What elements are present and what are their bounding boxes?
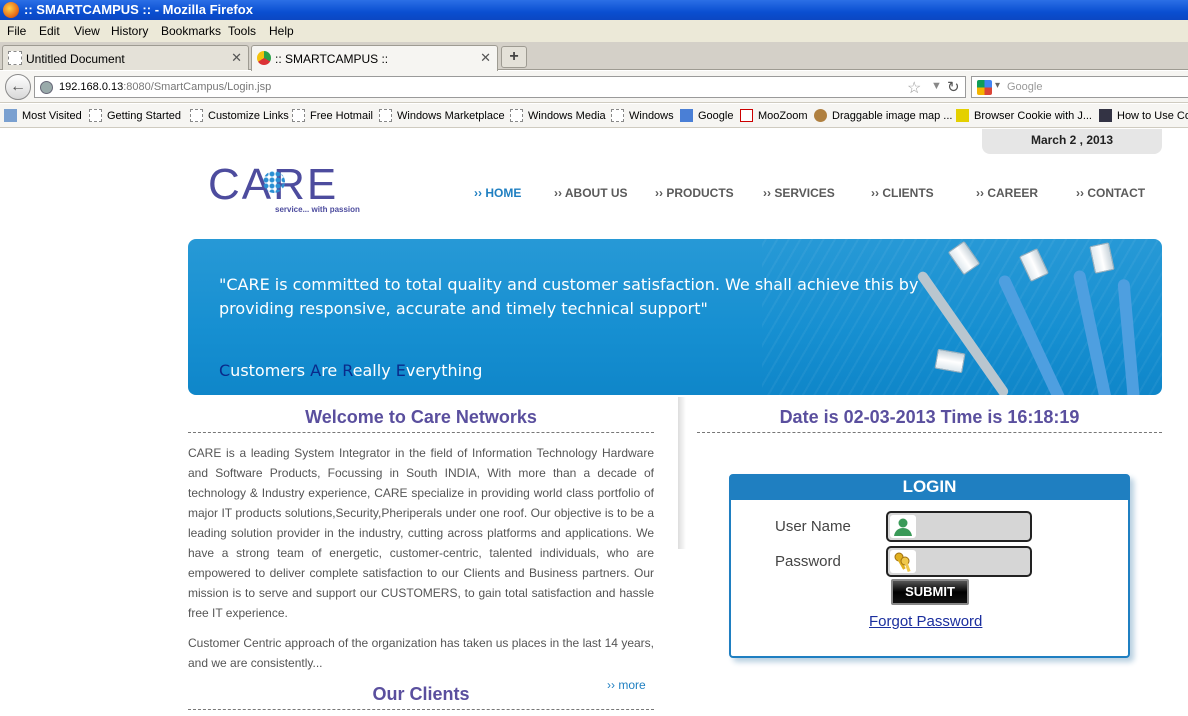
google-icon[interactable] (977, 80, 992, 95)
address-bar[interactable]: 192.168.0.13:8080/SmartCampus/Login.jsp … (34, 76, 966, 98)
logo-tagline: service... with passion (275, 205, 360, 214)
password-input[interactable] (918, 550, 1028, 573)
page-icon (89, 109, 102, 122)
nav-contact[interactable]: ›› CONTACT (1076, 186, 1145, 200)
close-tab-icon[interactable]: ✕ (480, 50, 491, 66)
tab-label: Untitled Document (26, 52, 125, 66)
menu-history[interactable]: History (111, 24, 148, 38)
datetime-heading: Date is 02-03-2013 Time is 16:18:19 (697, 407, 1162, 433)
bookmark-google[interactable]: Google (680, 109, 733, 122)
bookmarks-toolbar: Most Visited Getting Started Customize L… (0, 104, 1188, 128)
keys-icon (890, 550, 916, 573)
search-box[interactable]: ▾ Google (971, 76, 1188, 98)
google-bookmark-icon (680, 109, 693, 122)
back-button[interactable]: ← (5, 74, 31, 100)
search-engine-dropdown-icon[interactable]: ▾ (995, 80, 1000, 91)
reload-icon[interactable]: ↻ (947, 78, 960, 96)
page-icon (292, 109, 305, 122)
bookmark-moozoom[interactable]: MooZoom (740, 109, 808, 122)
web-page: March 2 , 2013 CARE service... with pass… (0, 129, 1188, 716)
close-tab-icon[interactable]: ✕ (231, 50, 242, 66)
nav-services[interactable]: ›› SERVICES (763, 186, 835, 200)
bookmark-getting-started[interactable]: Getting Started (89, 109, 181, 122)
bookmark-how-to-use[interactable]: How to Use Co (1099, 109, 1188, 122)
nav-career[interactable]: ›› CAREER (976, 186, 1038, 200)
menu-file[interactable]: File (7, 24, 26, 38)
navigation-toolbar: ← 192.168.0.13:8080/SmartCampus/Login.js… (0, 71, 1188, 103)
bookmark-star-icon[interactable]: ☆ (907, 78, 921, 98)
menu-edit[interactable]: Edit (39, 24, 60, 38)
tab-label: :: SMARTCAMPUS :: (275, 52, 389, 66)
nav-home[interactable]: ›› HOME (474, 186, 521, 200)
menu-help[interactable]: Help (269, 24, 294, 38)
page-icon (611, 109, 624, 122)
globe-icon (40, 81, 53, 94)
hero-banner: "CARE is committed to total quality and … (188, 239, 1162, 395)
login-title: LOGIN (731, 476, 1128, 500)
banner-motto: Customers Are Really Everything (219, 361, 483, 380)
menu-tools[interactable]: Tools (228, 24, 256, 38)
column-divider (678, 397, 686, 549)
clients-heading: Our Clients (188, 684, 654, 710)
bookmark-windows[interactable]: Windows (611, 109, 674, 122)
about-text: CARE is a leading System Integrator in t… (188, 443, 654, 683)
nav-clients[interactable]: ›› CLIENTS (871, 186, 934, 200)
user-icon (890, 515, 916, 538)
window-title: :: SMARTCAMPUS :: - Mozilla Firefox (24, 2, 253, 17)
tab-untitled-document[interactable]: Untitled Document ✕ (2, 45, 249, 70)
logo-dots-icon (263, 171, 285, 193)
submit-button[interactable]: SUBMIT (891, 579, 969, 605)
page-icon (379, 109, 392, 122)
address-url[interactable]: 192.168.0.13:8080/SmartCampus/Login.jsp (59, 81, 271, 93)
bug-icon (814, 109, 827, 122)
bookmark-most-visited[interactable]: Most Visited (4, 109, 82, 122)
firefox-icon (3, 2, 19, 18)
banner-quote: "CARE is committed to total quality and … (219, 275, 919, 318)
bookmark-windows-media[interactable]: Windows Media (510, 109, 606, 122)
care-logo[interactable]: CARE service... with passion (208, 161, 368, 217)
window-titlebar: :: SMARTCAMPUS :: - Mozilla Firefox (0, 0, 1188, 20)
menu-bookmarks[interactable]: Bookmarks (161, 24, 221, 38)
username-input[interactable] (918, 515, 1028, 538)
bookmark-customize-links[interactable]: Customize Links (190, 109, 289, 122)
page-icon (190, 109, 203, 122)
username-label: User Name (775, 518, 851, 535)
page-icon (510, 109, 523, 122)
current-date: March 2 , 2013 (982, 129, 1162, 154)
tab-smartcampus[interactable]: :: SMARTCAMPUS :: ✕ (251, 45, 498, 71)
menu-bar: File Edit View History Bookmarks Tools H… (0, 20, 1188, 42)
site-favicon-icon (257, 51, 271, 65)
history-dropdown-icon[interactable]: ▼ (931, 80, 942, 92)
about-paragraph: Customer Centric approach of the organiz… (188, 636, 654, 670)
welcome-heading: Welcome to Care Networks (188, 407, 654, 433)
bookmark-windows-marketplace[interactable]: Windows Marketplace (379, 109, 505, 122)
nav-products[interactable]: ›› PRODUCTS (655, 186, 734, 200)
page-icon (1099, 109, 1112, 122)
tab-bar: Untitled Document ✕ :: SMARTCAMPUS :: ✕ (0, 42, 1188, 71)
bookmark-browser-cookie[interactable]: Browser Cookie with J... (956, 109, 1092, 122)
password-field[interactable] (886, 546, 1032, 577)
most-visited-icon (4, 109, 17, 122)
username-field[interactable] (886, 511, 1032, 542)
menu-view[interactable]: View (74, 24, 100, 38)
js-icon (956, 109, 969, 122)
login-panel: LOGIN User Name Password SUBMIT Forgot P… (729, 474, 1130, 658)
forgot-password-link[interactable]: Forgot Password (869, 613, 982, 630)
bookmark-free-hotmail[interactable]: Free Hotmail (292, 109, 373, 122)
new-tab-button[interactable]: + (501, 46, 527, 68)
bookmark-draggable-image-map[interactable]: Draggable image map ... (814, 109, 952, 122)
password-label: Password (775, 553, 841, 570)
about-paragraph: CARE is a leading System Integrator in t… (188, 446, 654, 620)
blank-page-icon (8, 51, 22, 65)
moozoom-icon (740, 109, 753, 122)
nav-about-us[interactable]: ›› ABOUT US (554, 186, 628, 200)
search-placeholder: Google (1007, 81, 1043, 93)
